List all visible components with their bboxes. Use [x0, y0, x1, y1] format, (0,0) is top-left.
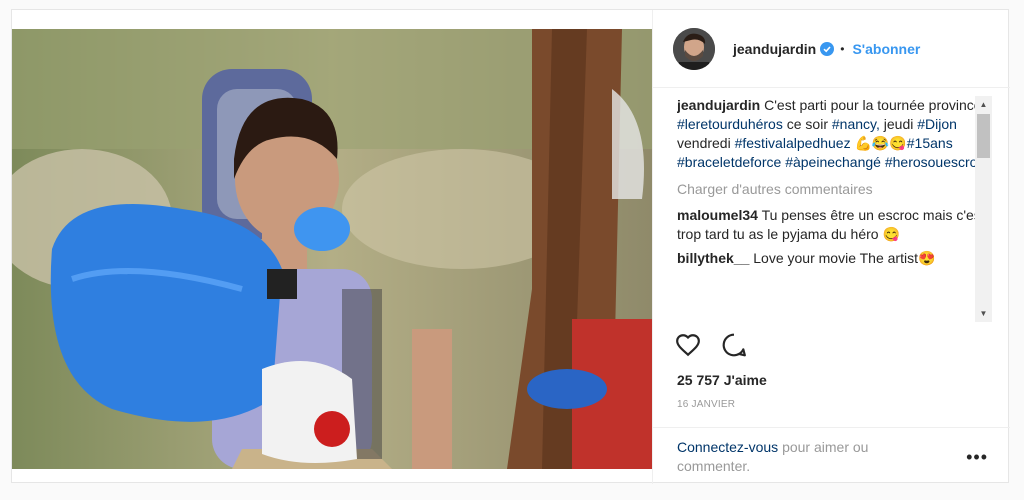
login-footer: Connectez-vous pour aimer ou commenter. …: [653, 427, 1010, 484]
load-more-comments-button[interactable]: Charger d'autres commentaires: [677, 180, 992, 199]
comment-username[interactable]: maloumel34: [677, 207, 758, 223]
more-options-icon[interactable]: •••: [966, 448, 988, 466]
comment-text: Love your movie The artist😍: [753, 250, 936, 266]
login-prompt: Connectez-vous pour aimer ou commenter.: [677, 438, 917, 476]
hashtag-link[interactable]: #herosouescroc: [885, 154, 985, 170]
comment-icon[interactable]: [721, 332, 747, 363]
comment-username[interactable]: billythek__: [677, 250, 749, 266]
comment: maloumel34 Tu penses être un escroc mais…: [677, 206, 992, 244]
avatar-image: [673, 27, 715, 70]
follow-button[interactable]: S'abonner: [852, 41, 920, 57]
verified-badge-icon: [820, 41, 835, 56]
separator-dot: •: [840, 41, 845, 56]
hashtag-link[interactable]: #braceletdeforce: [677, 154, 781, 170]
caption-username[interactable]: jeandujardin: [677, 97, 760, 113]
hashtag-link[interactable]: #festivalalpedhuez: [735, 135, 851, 151]
comments-scrollbar[interactable]: ▲ ▼: [975, 96, 992, 322]
hashtag-link[interactable]: #nancy,: [832, 116, 880, 132]
likes-count[interactable]: 25 757 J'aime: [677, 372, 767, 388]
hashtag-link[interactable]: #Dijon: [917, 116, 957, 132]
comments-list[interactable]: jeandujardin C'est parti pour la tournée…: [677, 96, 992, 322]
header-username[interactable]: jeandujardin: [733, 41, 816, 57]
scroll-up-arrow-icon[interactable]: ▲: [975, 96, 992, 113]
post-photo[interactable]: [12, 29, 652, 469]
post-date[interactable]: 16 JANVIER: [677, 399, 735, 410]
caption-text: C'est parti pour la tournée province: [764, 97, 982, 113]
heart-icon[interactable]: [675, 332, 701, 363]
caption-emojis: 💪😂😋: [854, 135, 907, 151]
caption-text: jeudi: [883, 116, 914, 132]
scroll-down-arrow-icon[interactable]: ▼: [975, 305, 992, 322]
avatar[interactable]: [673, 27, 715, 70]
login-link[interactable]: Connectez-vous: [677, 439, 778, 455]
hashtag-link[interactable]: #àpeinechangé: [785, 154, 881, 170]
post-photo-image: [12, 29, 652, 469]
scrollbar-thumb[interactable]: [977, 114, 990, 158]
instagram-post-card: jeandujardin • S'abonner jeandujardin C'…: [11, 9, 1010, 484]
caption-text: vendredi: [677, 135, 731, 151]
hashtag-link[interactable]: #15ans: [907, 135, 953, 151]
caption-text: ce soir: [786, 116, 828, 132]
caption: jeandujardin C'est parti pour la tournée…: [677, 96, 992, 172]
hashtag-link[interactable]: #leretourduhéros: [677, 116, 783, 132]
post-header: jeandujardin • S'abonner: [653, 10, 1010, 88]
comment: billythek__ Love your movie The artist😍: [677, 249, 992, 268]
post-sidebar: jeandujardin • S'abonner jeandujardin C'…: [652, 10, 1010, 484]
post-actions: [675, 332, 747, 363]
